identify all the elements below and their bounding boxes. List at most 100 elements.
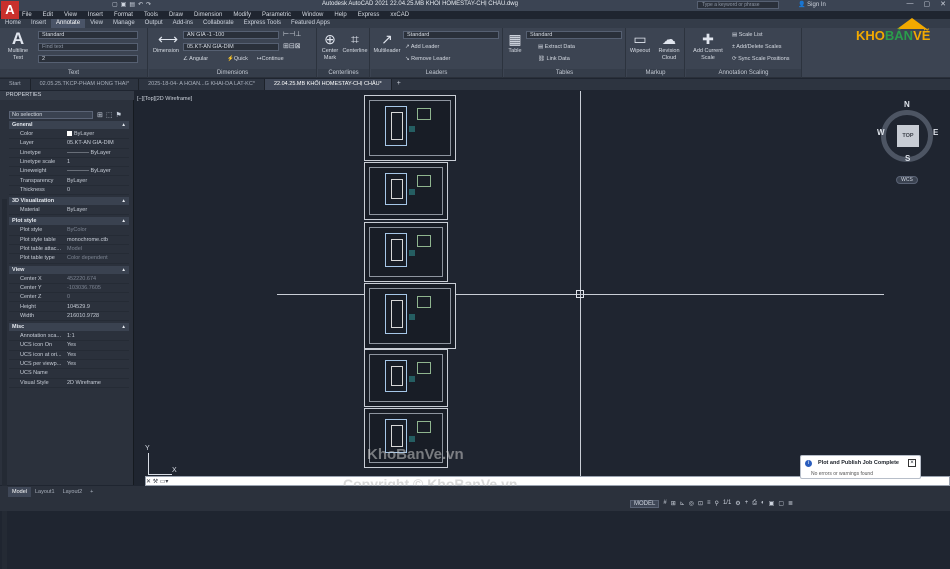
- markup-panel-title[interactable]: Markup: [627, 69, 684, 77]
- property-row[interactable]: Layer 05.KT-AN GIA-DIM: [9, 139, 129, 149]
- centerlines-panel-title[interactable]: Centerlines: [318, 69, 369, 77]
- property-row[interactable]: Linetype ———— ByLayer: [9, 149, 129, 158]
- property-row[interactable]: Width 216010.9728: [9, 312, 129, 322]
- annotation-visibility-icon[interactable]: ⚲: [715, 500, 719, 508]
- leaders-panel-title[interactable]: Leaders: [371, 69, 502, 77]
- doc-tab-active[interactable]: 22.04.25.MB KHỐI HOMESTAY-CHỊ CHÂU*: [264, 79, 392, 90]
- tables-panel-title[interactable]: Tables: [504, 69, 625, 77]
- close-notification-button[interactable]: ×: [908, 459, 916, 467]
- viewport-controls[interactable]: [−][Top][2D Wireframe]: [137, 96, 192, 102]
- extract-data-button[interactable]: ▤ Extract Data: [538, 44, 575, 51]
- toggle-pickadd-icon[interactable]: ⊞: [97, 111, 103, 119]
- menu-file[interactable]: File: [22, 12, 32, 18]
- redo-icon[interactable]: ↷: [146, 1, 151, 8]
- collapse-arrow-icon[interactable]: ▴: [122, 197, 125, 205]
- snap-icon[interactable]: ⊞: [671, 500, 676, 508]
- wipeout-button[interactable]: ▭ Wipeout: [627, 31, 653, 55]
- customize-menu-icon[interactable]: ≣: [788, 500, 793, 508]
- revision-cloud-button[interactable]: ☁ Revision Cloud: [654, 31, 684, 62]
- app-logo[interactable]: A: [1, 1, 19, 19]
- layout-tab-layout1[interactable]: Layout1: [31, 487, 59, 497]
- doc-tab-1[interactable]: 02.05.25.TKCP-PHAM HONG THAI*: [31, 79, 140, 90]
- property-value[interactable]: Color dependent: [67, 254, 108, 263]
- multiline-text-button[interactable]: A Multiline Text: [4, 30, 32, 62]
- tab-add-ins[interactable]: Add-ins: [168, 19, 198, 28]
- property-row[interactable]: Thickness 0: [9, 186, 129, 196]
- undo-icon[interactable]: ↶: [138, 1, 143, 8]
- doc-tab-2[interactable]: 2025-18-04- A HOAN...G KHAI-DA LAT-KC*: [139, 79, 265, 90]
- property-value[interactable]: 1: [67, 158, 70, 167]
- viewcube[interactable]: TOP N S E W: [877, 100, 939, 164]
- collapse-arrow-icon[interactable]: ▴: [122, 217, 125, 225]
- dimensions-panel-title[interactable]: Dimensions: [149, 69, 316, 77]
- property-row[interactable]: Plot table type Color dependent: [9, 254, 129, 264]
- property-row[interactable]: Plot table attac... Model: [9, 245, 129, 255]
- property-row[interactable]: Center Z 0: [9, 293, 129, 303]
- property-section-general[interactable]: General ▴: [9, 121, 129, 129]
- property-value[interactable]: Yes: [67, 351, 76, 360]
- add-current-scale-button[interactable]: ✚ Add Current Scale: [688, 31, 728, 62]
- find-text-input[interactable]: Find text: [38, 43, 138, 51]
- layout-tab-model[interactable]: Model: [8, 487, 31, 497]
- selection-select[interactable]: No selection: [9, 111, 93, 119]
- prompt-icon[interactable]: ▭▾: [160, 479, 169, 485]
- model-space-toggle[interactable]: MODEL: [630, 500, 660, 508]
- new-tab-icon[interactable]: +: [392, 79, 406, 90]
- isolate-icon[interactable]: ◐: [761, 500, 765, 508]
- osnap-icon[interactable]: ⊡: [698, 500, 703, 508]
- menu-modify[interactable]: Modify: [233, 12, 251, 18]
- link-data-button[interactable]: ⛓ Link Data: [538, 56, 570, 63]
- continue-button[interactable]: ↦Continue: [257, 56, 284, 63]
- text-height-input[interactable]: 2: [38, 55, 138, 63]
- wcs-menu[interactable]: WCS: [896, 176, 918, 184]
- add-delete-scales-button[interactable]: ± Add/Delete Scales: [732, 44, 782, 51]
- property-value[interactable]: 05.KT-AN GIA-DIM: [67, 139, 114, 148]
- sync-scale-positions-button[interactable]: ⟳ Sync Scale Positions: [732, 56, 790, 63]
- printer-icon[interactable]: ⎙: [752, 500, 757, 508]
- property-row[interactable]: Annotation sca... 1:1: [9, 332, 129, 342]
- dimstyle-select[interactable]: AN GIA -1 -100: [183, 31, 279, 39]
- property-row[interactable]: Height 104529.9: [9, 303, 129, 312]
- property-row[interactable]: UCS icon On Yes: [9, 341, 129, 351]
- polar-icon[interactable]: ◎: [689, 500, 694, 508]
- menu-window[interactable]: Window: [302, 12, 323, 18]
- close-cmd-icon[interactable]: ✕: [146, 479, 151, 485]
- compass-s[interactable]: S: [905, 154, 910, 163]
- open-icon[interactable]: ▣: [121, 1, 127, 8]
- tab-view[interactable]: View: [85, 19, 108, 28]
- menu-tools[interactable]: Tools: [144, 12, 158, 18]
- table-style-select[interactable]: Standard: [526, 31, 622, 39]
- menu-edit[interactable]: Edit: [43, 12, 53, 18]
- grid-icon[interactable]: #: [663, 500, 666, 508]
- property-value[interactable]: 216010.9728: [67, 312, 99, 321]
- property-row[interactable]: Center Y -103036.7605: [9, 284, 129, 294]
- quick-button[interactable]: ⚡Quick: [227, 56, 248, 63]
- property-value[interactable]: ByLayer: [67, 130, 94, 139]
- menu-draw[interactable]: Draw: [169, 12, 183, 18]
- doc-tab-start[interactable]: Start: [0, 79, 31, 90]
- property-value[interactable]: Yes: [67, 341, 76, 350]
- tab-output[interactable]: Output: [140, 19, 168, 28]
- menu-view[interactable]: View: [64, 12, 77, 18]
- annotation-scale[interactable]: 1/1: [723, 500, 731, 508]
- palette-side-strip[interactable]: [2, 199, 7, 569]
- drawing-sheet[interactable]: [364, 222, 448, 282]
- tab-annotate[interactable]: Annotate: [51, 19, 86, 28]
- property-section-3d-visualization[interactable]: 3D Visualization ▴: [9, 197, 129, 206]
- property-row[interactable]: Center X 452220.674: [9, 275, 129, 284]
- compass-w[interactable]: W: [877, 128, 885, 137]
- property-section-view[interactable]: View ▴: [9, 265, 129, 274]
- drawing-sheet[interactable]: [364, 283, 456, 349]
- lineweight-icon[interactable]: ≡: [707, 500, 711, 508]
- center-mark-button[interactable]: ⊕ Center Mark: [319, 31, 341, 62]
- menu-xxcad[interactable]: xxCAD: [390, 12, 409, 18]
- property-value[interactable]: 104529.9: [67, 303, 90, 312]
- property-row[interactable]: UCS per viewp... Yes: [9, 360, 129, 370]
- tab-home[interactable]: Home: [0, 19, 26, 28]
- property-row[interactable]: Transparency ByLayer: [9, 177, 129, 186]
- menu-insert[interactable]: Insert: [88, 12, 103, 18]
- plot-publish-notification[interactable]: i Plot and Publish Job Complete × No err…: [800, 455, 921, 479]
- compass-n[interactable]: N: [904, 100, 910, 109]
- minimize-icon[interactable]: —: [907, 0, 914, 8]
- plus-icon[interactable]: +: [745, 500, 749, 508]
